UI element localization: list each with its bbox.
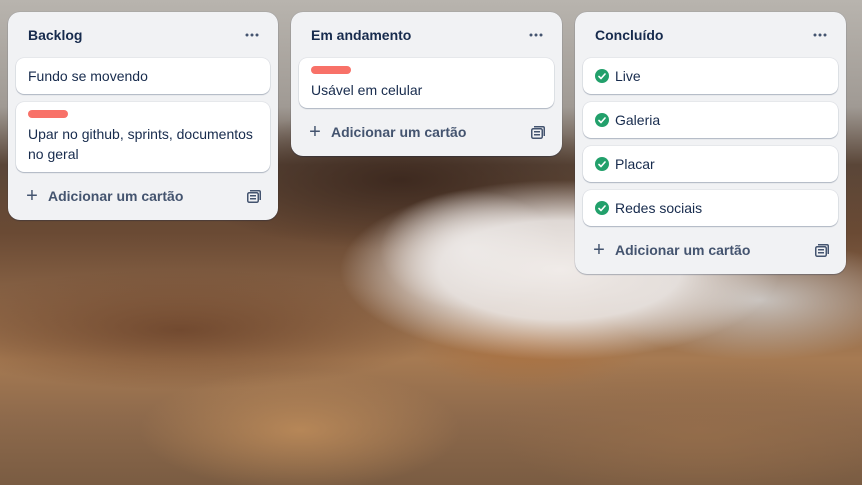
card-title: Galeria (615, 112, 661, 128)
add-card-label: Adicionar um cartão (48, 188, 184, 204)
card[interactable]: Redes sociais (583, 190, 838, 226)
add-card-label: Adicionar um cartão (615, 242, 751, 258)
list-em-andamento: Em andamento Usável em celular + Adicion… (291, 12, 562, 156)
add-card-button[interactable]: + Adicionar um cartão (307, 121, 467, 143)
add-card-button[interactable]: + Adicionar um cartão (24, 185, 184, 207)
more-horizontal-icon (245, 33, 259, 37)
card[interactable]: Fundo se movendo (16, 58, 270, 94)
create-from-template-button[interactable] (814, 242, 830, 258)
plus-icon: + (26, 185, 38, 207)
card[interactable]: Live (583, 58, 838, 94)
list-title[interactable]: Em andamento (311, 27, 411, 43)
card[interactable]: Placar (583, 146, 838, 182)
list-header: Backlog (16, 12, 270, 58)
list-header: Concluído (583, 12, 838, 58)
list-menu-button[interactable] (522, 21, 550, 49)
list-title[interactable]: Concluído (595, 27, 663, 43)
card-label-red[interactable] (28, 110, 68, 118)
add-card-row: + Adicionar um cartão (583, 234, 838, 266)
card-title: Fundo se movendo (28, 68, 148, 84)
add-card-row: + Adicionar um cartão (299, 116, 554, 148)
checkmark-circle-icon[interactable] (595, 69, 609, 83)
checkmark-circle-icon[interactable] (595, 113, 609, 127)
create-from-template-button[interactable] (530, 124, 546, 140)
card-title: Redes sociais (615, 200, 703, 216)
list-menu-button[interactable] (806, 21, 834, 49)
card[interactable]: Upar no github, sprints, documentos no g… (16, 102, 270, 172)
card-title: Live (615, 68, 641, 84)
card[interactable]: Usável em celular (299, 58, 554, 108)
list-concluido: Concluído Live Galeria Placar Redes soci… (575, 12, 846, 274)
add-card-row: + Adicionar um cartão (16, 180, 270, 212)
more-horizontal-icon (529, 33, 543, 37)
card-title: Placar (615, 156, 655, 172)
checkmark-circle-icon[interactable] (595, 201, 609, 215)
list-backlog: Backlog Fundo se movendo Upar no github,… (8, 12, 278, 220)
checkmark-circle-icon[interactable] (595, 157, 609, 171)
add-card-button[interactable]: + Adicionar um cartão (591, 239, 751, 261)
card-title: Usável em celular (311, 82, 423, 98)
template-icon (815, 243, 829, 257)
plus-icon: + (309, 121, 321, 143)
list-menu-button[interactable] (238, 21, 266, 49)
board: Backlog Fundo se movendo Upar no github,… (0, 0, 862, 485)
template-icon (247, 189, 261, 203)
card-title: Upar no github, sprints, documentos no g… (28, 126, 253, 162)
list-header: Em andamento (299, 12, 554, 58)
more-horizontal-icon (813, 33, 827, 37)
create-from-template-button[interactable] (246, 188, 262, 204)
plus-icon: + (593, 239, 605, 261)
list-title[interactable]: Backlog (28, 27, 82, 43)
card-label-red[interactable] (311, 66, 351, 74)
card[interactable]: Galeria (583, 102, 838, 138)
template-icon (531, 125, 545, 139)
add-card-label: Adicionar um cartão (331, 124, 467, 140)
